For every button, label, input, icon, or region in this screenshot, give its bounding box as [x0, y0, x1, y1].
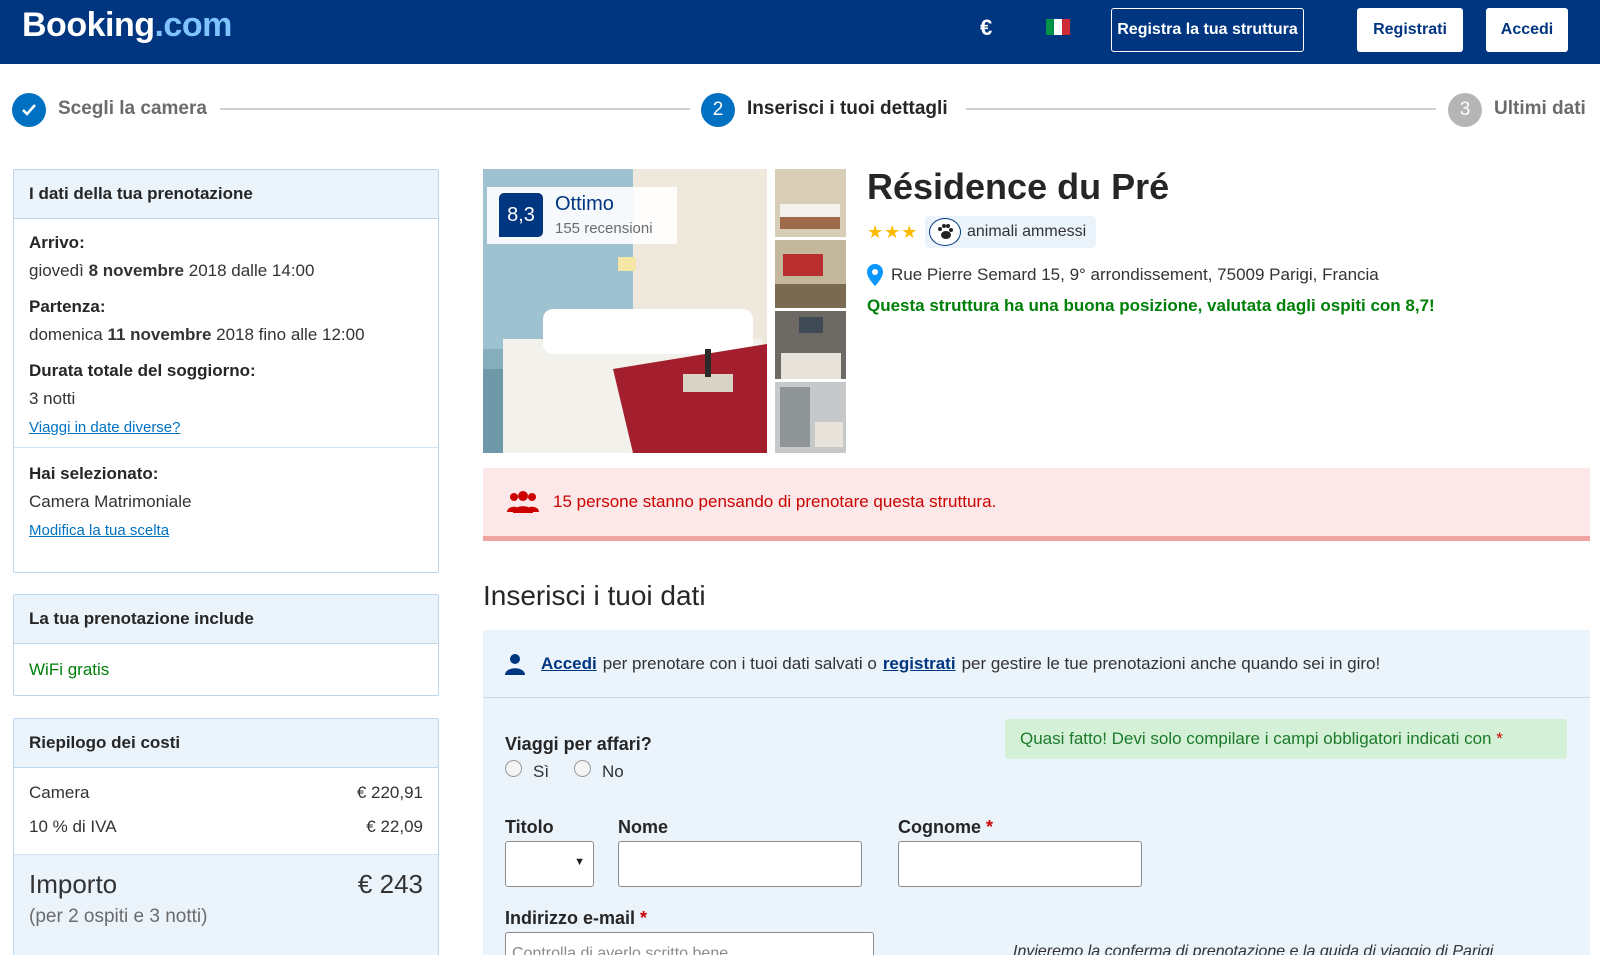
booking-details-panel: I dati della tua prenotazione Arrivo: gi… — [13, 169, 439, 573]
group-people-icon — [507, 491, 539, 513]
checkin-value: giovedì 8 novembre 2018 dalle 14:00 — [29, 261, 315, 280]
name-label: Nome — [618, 817, 669, 837]
total-amount: € 243 — [357, 869, 423, 899]
logo-tld: .com — [154, 6, 232, 44]
step-3-number: 3 — [1448, 93, 1482, 127]
email-label: Indirizzo e-mail * — [505, 908, 648, 928]
duration-label: Durata totale del soggiorno: — [29, 361, 256, 380]
wifi-item: WiFi gratis — [29, 660, 110, 679]
email-note: Invieremo la conferma di prenotazione e … — [1013, 943, 1494, 955]
change-choice-link[interactable]: Modifica la tua scelta — [29, 522, 169, 539]
name-input[interactable] — [618, 841, 862, 887]
checkin-label: Arrivo: — [29, 233, 85, 252]
cost-row: Camera € 220,91 — [29, 783, 423, 802]
title-select[interactable]: ▼ — [505, 841, 594, 887]
signin-prompt-mid: per prenotare con i tuoi dati salvati o — [602, 653, 877, 673]
cost-summary-panel: Riepilogo dei costi Camera € 220,91 10 % … — [13, 718, 439, 955]
selected-label: Hai selezionato: — [29, 464, 159, 483]
signin-button[interactable]: Accedi — [1486, 8, 1568, 52]
cost-summary-title: Riepilogo dei costi — [14, 719, 438, 768]
title-label: Titolo — [505, 817, 554, 837]
checkout-label: Partenza: — [29, 297, 106, 316]
duration-value: 3 notti — [29, 389, 76, 408]
includes-title: La tua prenotazione include — [14, 595, 438, 644]
step-1-label: Scegli la camera — [58, 98, 207, 119]
star-rating: ★★★ — [867, 222, 919, 242]
hotel-name: Résidence du Pré — [867, 166, 1170, 207]
demand-alert: 15 persone stanno pensando di prenotare … — [483, 468, 1590, 541]
signin-prompt: Accedi per prenotare con i tuoi dati sal… — [483, 630, 1590, 698]
surname-label: Cognome * — [898, 817, 994, 837]
step-2-label: Inserisci i tuoi dettagli — [747, 98, 948, 119]
hotel-thumbnail[interactable] — [775, 240, 846, 308]
paw-icon — [929, 218, 961, 246]
selected-room: Camera Matrimoniale — [29, 492, 192, 511]
business-yes-label: Sì — [533, 762, 550, 781]
pets-allowed-badge: animali ammessi — [925, 216, 1097, 248]
email-placeholder: Controlla di averlo scritto bene — [512, 945, 729, 955]
email-input[interactable]: Controlla di averlo scritto bene — [505, 932, 874, 955]
review-count: 155 recensioni — [555, 220, 653, 237]
checkmark-icon — [12, 93, 46, 127]
step-connector — [966, 108, 1436, 110]
signin-link[interactable]: Accedi — [541, 654, 597, 674]
review-score-word: Ottimo — [555, 193, 614, 215]
booking-logo[interactable]: Booking.com — [22, 6, 232, 45]
review-score: 8,3 — [499, 193, 543, 237]
review-score-card[interactable]: 8,3 Ottimo 155 recensioni — [487, 187, 677, 244]
form-heading: Inserisci i tuoi dati — [483, 580, 706, 611]
step-2-number: 2 — [701, 93, 735, 127]
total-note: (per 2 ospiti e 3 notti) — [29, 906, 208, 927]
register-property-button[interactable]: Registra la tua struttura — [1111, 8, 1304, 52]
business-yes-radio[interactable] — [505, 760, 522, 777]
hotel-thumbnail[interactable] — [775, 382, 846, 453]
pets-label: animali ammessi — [967, 223, 1087, 240]
currency-selector[interactable]: € — [980, 15, 992, 41]
user-icon — [505, 653, 525, 675]
cost-row: 10 % di IVA € 22,09 — [29, 817, 423, 836]
register-link[interactable]: registrati — [883, 654, 956, 674]
address-text: Rue Pierre Semard 15, 9° arrondissement,… — [891, 265, 1379, 284]
signin-prompt-end: per gestire le tue prenotazioni anche qu… — [961, 653, 1381, 673]
hotel-thumbnail[interactable] — [775, 311, 846, 379]
business-no-label: No — [602, 762, 624, 781]
top-navigation-bar: Booking.com € Registra la tua struttura … — [0, 0, 1600, 64]
map-pin-icon — [867, 264, 883, 286]
total-row: Importo € 243 — [29, 869, 423, 900]
business-travel-label: Viaggi per affari? — [505, 734, 652, 754]
demand-alert-text: 15 persone stanno pensando di prenotare … — [553, 492, 997, 511]
logo-main: Booking — [22, 6, 155, 44]
booking-includes-panel: La tua prenotazione include WiFi gratis — [13, 594, 439, 696]
checkout-value: domenica 11 novembre 2018 fino alle 12:0… — [29, 325, 365, 344]
hotel-thumbnail[interactable] — [775, 169, 846, 237]
business-no-radio[interactable] — [574, 760, 591, 777]
register-button[interactable]: Registrati — [1357, 8, 1463, 52]
chevron-down-icon: ▼ — [574, 856, 585, 868]
italian-flag-icon[interactable] — [1046, 19, 1070, 35]
booking-details-title: I dati della tua prenotazione — [14, 170, 438, 219]
step-connector — [220, 108, 690, 110]
required-fields-notice: Quasi fatto! Devi solo compilare i campi… — [1005, 719, 1567, 759]
surname-input[interactable] — [898, 841, 1142, 887]
change-dates-link[interactable]: Viaggi in date diverse? — [29, 419, 181, 436]
total-label: Importo — [29, 869, 118, 899]
hotel-address[interactable]: Rue Pierre Semard 15, 9° arrondissement,… — [867, 264, 1379, 286]
step-3-label: Ultimi dati — [1494, 98, 1586, 119]
guest-details-form: Accedi per prenotare con i tuoi dati sal… — [483, 630, 1590, 955]
location-score-note: Questa struttura ha una buona posizione,… — [867, 296, 1435, 315]
